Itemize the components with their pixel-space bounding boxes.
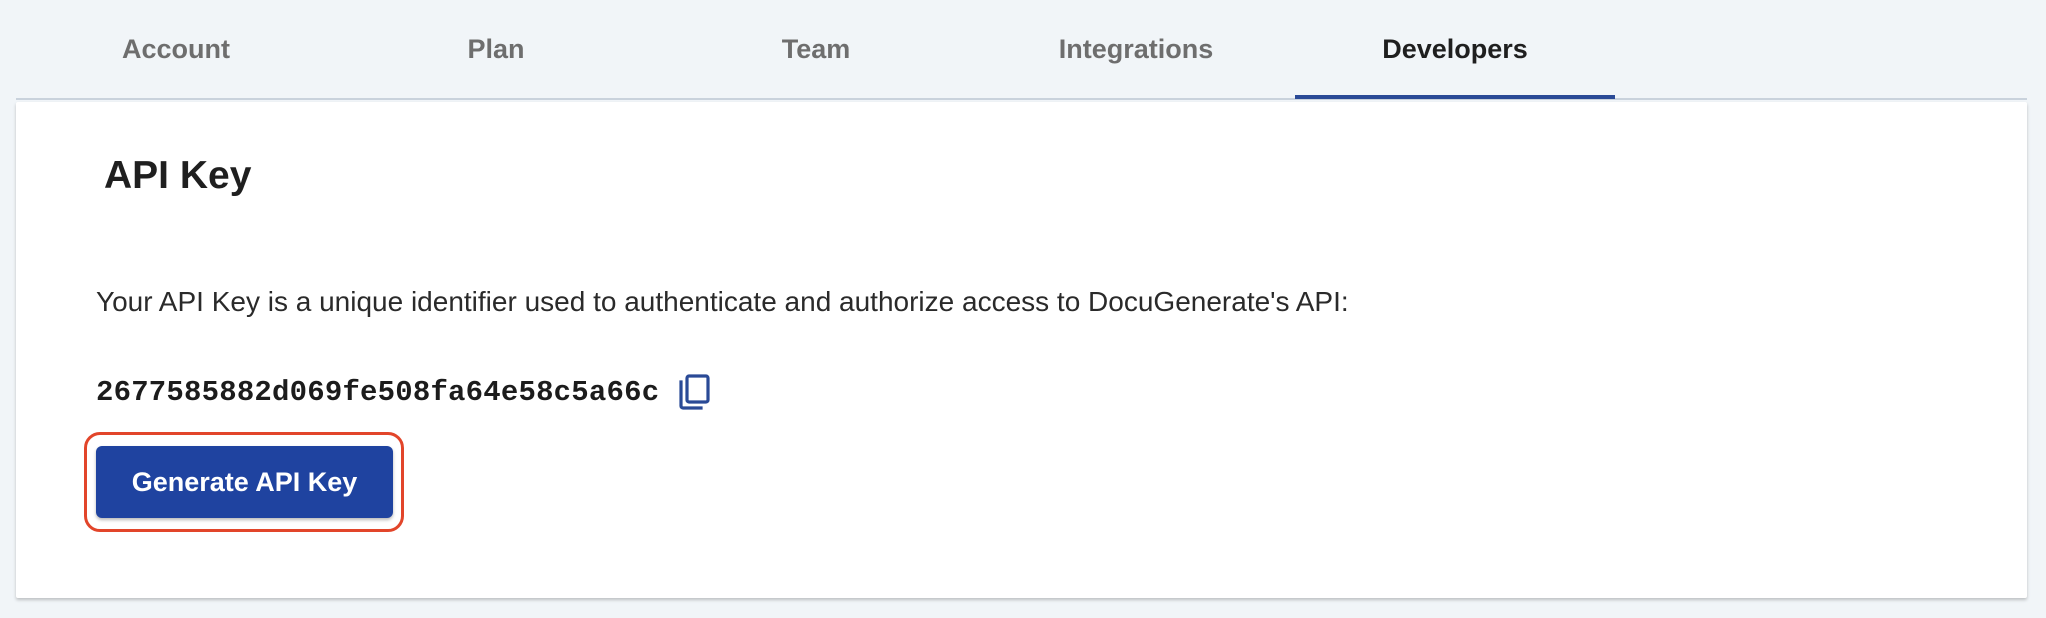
settings-tabs: Account Plan Team Integrations Developer…: [16, 0, 2027, 100]
api-key-row: 2677585882d069fe508fa64e58c5a66c: [96, 374, 711, 410]
tab-integrations[interactable]: Integrations: [976, 0, 1296, 100]
api-key-value: 2677585882d069fe508fa64e58c5a66c: [96, 375, 660, 409]
api-key-card: API Key Your API Key is a unique identif…: [16, 102, 2027, 598]
tab-team[interactable]: Team: [656, 0, 976, 100]
tab-developers[interactable]: Developers: [1295, 0, 1615, 100]
api-key-description: Your API Key is a unique identifier used…: [96, 286, 1349, 317]
tab-plan[interactable]: Plan: [336, 0, 656, 100]
copy-icon[interactable]: [677, 374, 711, 410]
tab-account[interactable]: Account: [16, 0, 336, 100]
generate-api-key-button[interactable]: Generate API Key: [96, 446, 393, 518]
active-tab-indicator: [1295, 95, 1615, 99]
section-title: API Key: [104, 154, 252, 197]
